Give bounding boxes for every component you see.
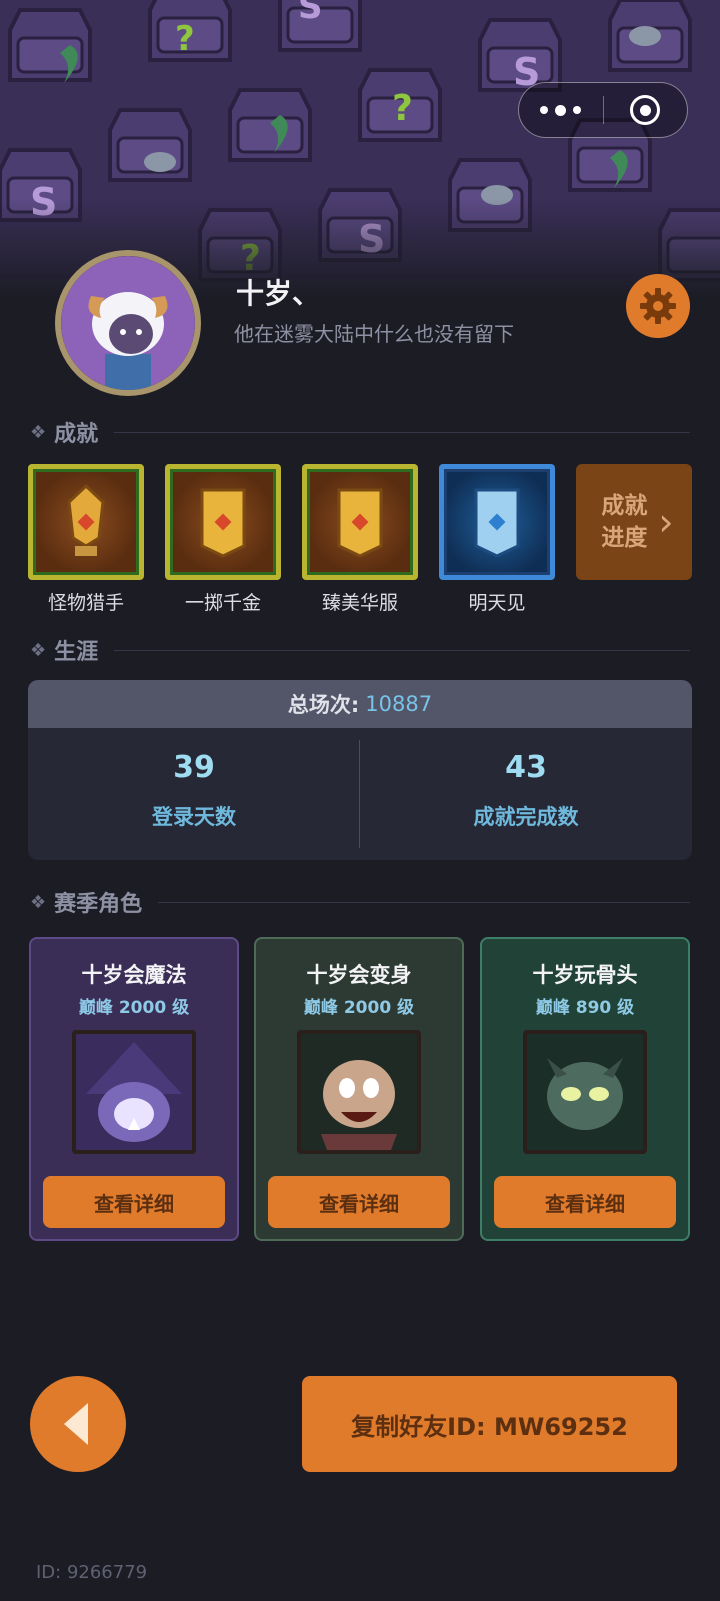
- achievement-item[interactable]: 怪物猎手: [28, 464, 144, 615]
- avatar[interactable]: [55, 250, 201, 396]
- username: 十岁、: [236, 277, 321, 310]
- achievement-item[interactable]: 臻美华服: [302, 464, 418, 615]
- achievement-label: 明天见: [468, 592, 526, 614]
- view-details-button[interactable]: 查看详细: [43, 1176, 225, 1228]
- achievement-badge-icon: [302, 464, 418, 580]
- season-characters-header: ❖ 赛季角色: [30, 886, 690, 918]
- career-panel: 总场次: 10887 39 登录天数 43 成就完成数: [28, 680, 692, 860]
- view-details-button[interactable]: 查看详细: [494, 1176, 676, 1228]
- section-title-season-characters: 赛季角色: [54, 892, 143, 917]
- achievement-list: 怪物猎手 一掷千金 臻美华服 明天见 成就 进度 ›: [28, 464, 692, 614]
- svg-text:S: S: [298, 0, 323, 27]
- diamond-icon: ❖: [30, 891, 47, 913]
- character-level: 巅峰 2000 级: [303, 998, 415, 1018]
- character-name: 十岁玩骨头: [532, 963, 638, 987]
- stat-achievements-done: 43 成就完成数: [360, 728, 692, 860]
- diamond-icon: ❖: [30, 421, 47, 443]
- achievements-header: ❖ 成就: [30, 416, 690, 448]
- character-name: 十岁会变身: [306, 963, 412, 987]
- stat-value: 43: [505, 750, 547, 785]
- progress-label-line1: 成就: [601, 493, 648, 519]
- section-divider: [114, 649, 690, 651]
- gear-icon: [640, 288, 676, 324]
- chevron-right-icon: ›: [658, 500, 674, 544]
- more-dots-icon[interactable]: [519, 104, 603, 116]
- stat-divider: [359, 740, 360, 848]
- svg-text:?: ?: [175, 19, 195, 59]
- character-name: 十岁会魔法: [81, 963, 187, 987]
- career-header: ❖ 生涯: [30, 634, 690, 666]
- back-button[interactable]: [30, 1376, 126, 1472]
- progress-label-line2: 进度: [601, 525, 648, 551]
- user-id-text: ID: 9266779: [36, 1562, 148, 1583]
- section-title-achievements: 成就: [54, 422, 99, 447]
- character-portrait: [297, 1030, 421, 1154]
- diamond-icon: ❖: [30, 639, 47, 661]
- achievement-label: 臻美华服: [321, 592, 398, 614]
- character-portrait: [523, 1030, 647, 1154]
- back-arrow-icon: [64, 1403, 88, 1445]
- stat-value: 39: [173, 750, 215, 785]
- career-stats: 39 登录天数 43 成就完成数: [28, 728, 692, 860]
- section-divider: [158, 901, 690, 903]
- miniprogram-capsule: [518, 82, 688, 138]
- stat-label: 成就完成数: [473, 805, 579, 829]
- total-matches-value: 10887: [365, 692, 433, 716]
- achievement-item[interactable]: 明天见: [439, 464, 555, 615]
- achievement-item[interactable]: 一掷千金: [165, 464, 281, 615]
- svg-text:?: ?: [392, 88, 413, 129]
- character-card: 十岁会变身 巅峰 2000 级 查看详细: [254, 937, 464, 1241]
- character-card: 十岁会魔法 巅峰 2000 级 查看详细: [29, 937, 239, 1241]
- stat-label: 登录天数: [152, 805, 236, 829]
- achievement-progress-button[interactable]: 成就 进度 ›: [576, 464, 692, 580]
- total-matches-label: 总场次:: [287, 693, 360, 717]
- total-matches-bar: 总场次: 10887: [28, 680, 692, 728]
- settings-button[interactable]: [626, 274, 690, 338]
- character-card: 十岁玩骨头 巅峰 890 级 查看详细: [480, 937, 690, 1241]
- view-details-button[interactable]: 查看详细: [268, 1176, 450, 1228]
- character-level: 巅峰 890 级: [535, 998, 635, 1018]
- achievement-label: 一掷千金: [184, 592, 261, 614]
- target-icon[interactable]: [604, 95, 688, 125]
- achievement-badge-icon: [28, 464, 144, 580]
- copy-friend-id-button[interactable]: 复制好友ID: MW69252: [302, 1376, 677, 1472]
- user-bio: 他在迷雾大陆中什么也没有留下: [234, 322, 514, 346]
- section-title-career: 生涯: [54, 640, 99, 665]
- character-portrait: [72, 1030, 196, 1154]
- character-level: 巅峰 2000 级: [78, 998, 190, 1018]
- achievement-label: 怪物猎手: [47, 592, 124, 614]
- stat-login-days: 39 登录天数: [28, 728, 360, 860]
- section-divider: [114, 431, 690, 433]
- achievement-badge-icon: [165, 464, 281, 580]
- achievement-badge-icon: [439, 464, 555, 580]
- avatar-image: [61, 256, 195, 390]
